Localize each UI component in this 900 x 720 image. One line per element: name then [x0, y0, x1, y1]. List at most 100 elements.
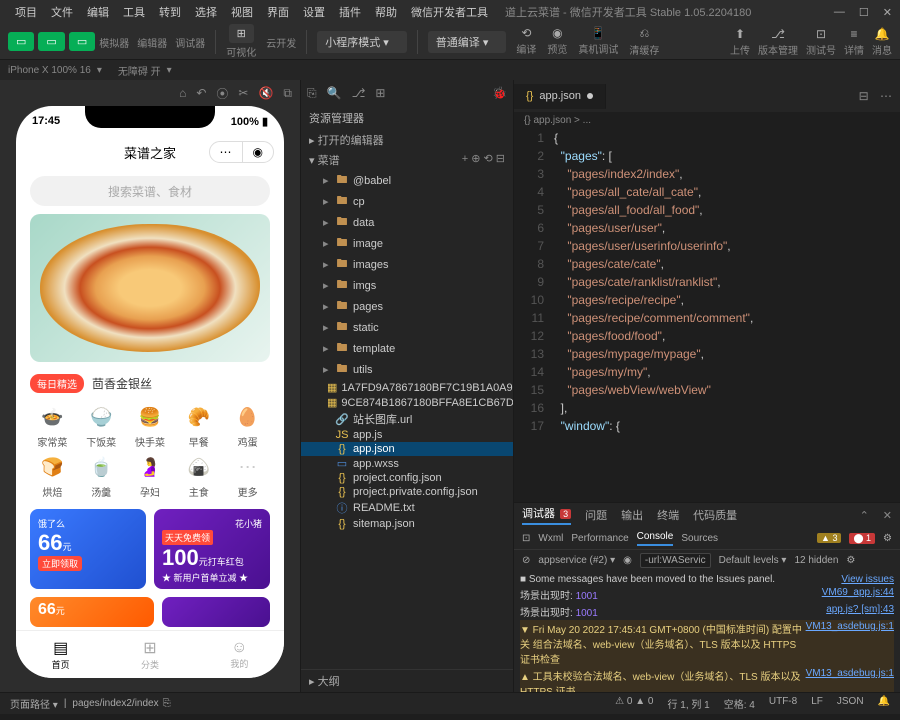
- menu-转到[interactable]: 转到: [152, 4, 188, 20]
- console-gear-icon[interactable]: ⚙: [846, 555, 855, 566]
- devtools-tab-terminal[interactable]: 终端: [657, 507, 679, 523]
- menu-选择[interactable]: 选择: [188, 4, 224, 20]
- menu-工具[interactable]: 工具: [116, 4, 152, 20]
- menu-微信开发者工具[interactable]: 微信开发者工具: [404, 4, 495, 20]
- search-input[interactable]: 搜索菜谱、食材: [30, 176, 270, 206]
- menu-编辑[interactable]: 编辑: [80, 4, 116, 20]
- menu-界面[interactable]: 界面: [260, 4, 296, 20]
- folder-images[interactable]: ▸🖿images: [301, 254, 513, 275]
- folder-pages[interactable]: ▸🖿pages: [301, 296, 513, 317]
- debugger-toggle[interactable]: ▭: [69, 32, 95, 51]
- current-path[interactable]: pages/index2/index: [72, 698, 158, 709]
- extensions-icon[interactable]: ⊞: [375, 86, 385, 100]
- banner-image[interactable]: [30, 214, 270, 362]
- version-button[interactable]: ⎇: [771, 27, 785, 41]
- details-button[interactable]: ≡: [850, 27, 857, 41]
- maximize-icon[interactable]: ☐: [859, 6, 869, 19]
- levels-select[interactable]: Default levels ▾: [719, 555, 787, 566]
- folder-utils[interactable]: ▸🖿utils: [301, 359, 513, 380]
- bug-icon[interactable]: 🐞: [492, 86, 507, 100]
- home-icon[interactable]: ⌂: [179, 86, 186, 100]
- clear-console-icon[interactable]: ⊘: [522, 555, 530, 566]
- clear-cache-button[interactable]: ⎌: [640, 26, 650, 41]
- menu-视图[interactable]: 视图: [224, 4, 260, 20]
- category-汤羹[interactable]: 🍵汤羹: [79, 453, 124, 499]
- menu-插件[interactable]: 插件: [332, 4, 368, 20]
- root-folder[interactable]: ▾ 菜谱 + ⊕ ⟲ ⊟: [301, 150, 513, 170]
- outline-section[interactable]: ▸ 大纲: [301, 669, 513, 692]
- sub-tab-console[interactable]: Console: [637, 531, 674, 546]
- file-app.wxss[interactable]: ▭app.wxss: [301, 456, 513, 471]
- eye-icon[interactable]: ◉: [623, 555, 632, 566]
- hidden-count[interactable]: 12 hidden: [794, 555, 838, 566]
- folder-image[interactable]: ▸🖿image: [301, 233, 513, 254]
- file-sitemap.json[interactable]: {}sitemap.json: [301, 517, 513, 531]
- open-editors-section[interactable]: ▸ 打开的编辑器: [301, 130, 513, 150]
- tab-home[interactable]: ▤首页: [16, 631, 105, 678]
- menu-设置[interactable]: 设置: [296, 4, 332, 20]
- category-烘焙[interactable]: 🍞烘焙: [30, 453, 75, 499]
- branch-icon[interactable]: ⎇: [352, 86, 366, 100]
- folder-@babel[interactable]: ▸🖿@babel: [301, 170, 513, 191]
- network-select[interactable]: 无障碍 开: [118, 63, 161, 78]
- close-icon[interactable]: ✕: [883, 6, 892, 19]
- cloud-dev-button[interactable]: 云开发: [266, 35, 296, 50]
- gear-icon[interactable]: ⚙: [883, 533, 892, 544]
- mute-icon[interactable]: 🔇: [258, 86, 273, 100]
- devtools-tab-quality[interactable]: 代码质量: [693, 507, 737, 523]
- category-更多[interactable]: ⋯更多: [225, 453, 270, 499]
- file-1A7FD9A7867180BF7C19B1A0A9E...[interactable]: ▦1A7FD9A7867180BF7C19B1A0A9E...: [301, 380, 513, 395]
- folder-static[interactable]: ▸🖿static: [301, 317, 513, 338]
- category-早餐[interactable]: 🥐早餐: [176, 403, 221, 449]
- file-站长图库.url[interactable]: 🔗站长图库.url: [301, 410, 513, 428]
- notice-button[interactable]: 🔔: [875, 27, 890, 41]
- eol-status[interactable]: LF: [811, 696, 823, 711]
- sub-tab-performance[interactable]: Performance: [571, 533, 628, 544]
- testid-button[interactable]: ⊡: [816, 27, 826, 41]
- file-9CE874B1867180BFFA8E1CB67DD...[interactable]: ▦9CE874B1867180BFFA8E1CB67DD...: [301, 395, 513, 410]
- preview-button[interactable]: ◉: [552, 26, 562, 40]
- warning-count[interactable]: ▲ 3: [817, 533, 841, 543]
- cut-icon[interactable]: ✂: [238, 86, 248, 100]
- file-app.js[interactable]: JSapp.js: [301, 428, 513, 442]
- menu-项目[interactable]: 项目: [8, 4, 44, 20]
- editor-toggle[interactable]: ▭: [38, 32, 64, 51]
- warnings-status[interactable]: ⚠ 0 ▲ 0: [615, 696, 653, 711]
- devtools-close-icon[interactable]: ✕: [883, 509, 892, 522]
- devtools-tab-output[interactable]: 输出: [621, 507, 643, 523]
- folder-template[interactable]: ▸🖿template: [301, 338, 513, 359]
- menu-文件[interactable]: 文件: [44, 4, 80, 20]
- context-select[interactable]: appservice (#2) ▾: [538, 555, 615, 566]
- back-icon[interactable]: ↶: [196, 86, 206, 100]
- ad-card-eleme[interactable]: 饿了么 66元 立即领取: [30, 509, 146, 589]
- mode-select[interactable]: 小程序模式 ▾: [317, 31, 407, 53]
- float-icon[interactable]: ⧉: [283, 86, 292, 101]
- devtools-tab-problems[interactable]: 问题: [585, 507, 607, 523]
- editor-tab-appjson[interactable]: {}app.json: [514, 84, 606, 109]
- simulator-toggle[interactable]: ▭: [8, 32, 34, 51]
- files-icon[interactable]: ⎘: [307, 86, 317, 101]
- compile-select[interactable]: 普通编译 ▾: [428, 31, 507, 53]
- minimize-icon[interactable]: —: [834, 6, 845, 19]
- upload-button[interactable]: ⬆: [735, 27, 745, 41]
- tab-mine[interactable]: ☺我的: [195, 631, 284, 678]
- visualize-button[interactable]: ⊞: [229, 24, 254, 43]
- category-主食[interactable]: 🍙主食: [176, 453, 221, 499]
- copy-icon[interactable]: ⎘: [163, 698, 171, 709]
- file-project.private.config.json[interactable]: {}project.private.config.json: [301, 485, 513, 499]
- cursor-position[interactable]: 行 1, 列 1: [667, 696, 709, 711]
- file-README.txt[interactable]: ⓘREADME.txt: [301, 499, 513, 517]
- location-icon[interactable]: ⦿: [216, 85, 228, 102]
- breadcrumb[interactable]: {} app.json > ...: [514, 112, 900, 129]
- error-count[interactable]: ⬤ 1: [849, 533, 875, 544]
- split-icon[interactable]: ⊟: [859, 89, 869, 103]
- inspect-icon[interactable]: ⊡: [522, 533, 530, 544]
- file-project.config.json[interactable]: {}project.config.json: [301, 471, 513, 485]
- encoding-status[interactable]: UTF-8: [769, 696, 797, 711]
- more-icon[interactable]: ⋯: [880, 89, 892, 103]
- folder-imgs[interactable]: ▸🖿imgs: [301, 275, 513, 296]
- indent-status[interactable]: 空格: 4: [724, 696, 755, 711]
- category-孕妇[interactable]: 🤰孕妇: [128, 453, 173, 499]
- device-select[interactable]: iPhone X 100% 16: [8, 65, 91, 76]
- category-快手菜[interactable]: 🍔快手菜: [128, 403, 173, 449]
